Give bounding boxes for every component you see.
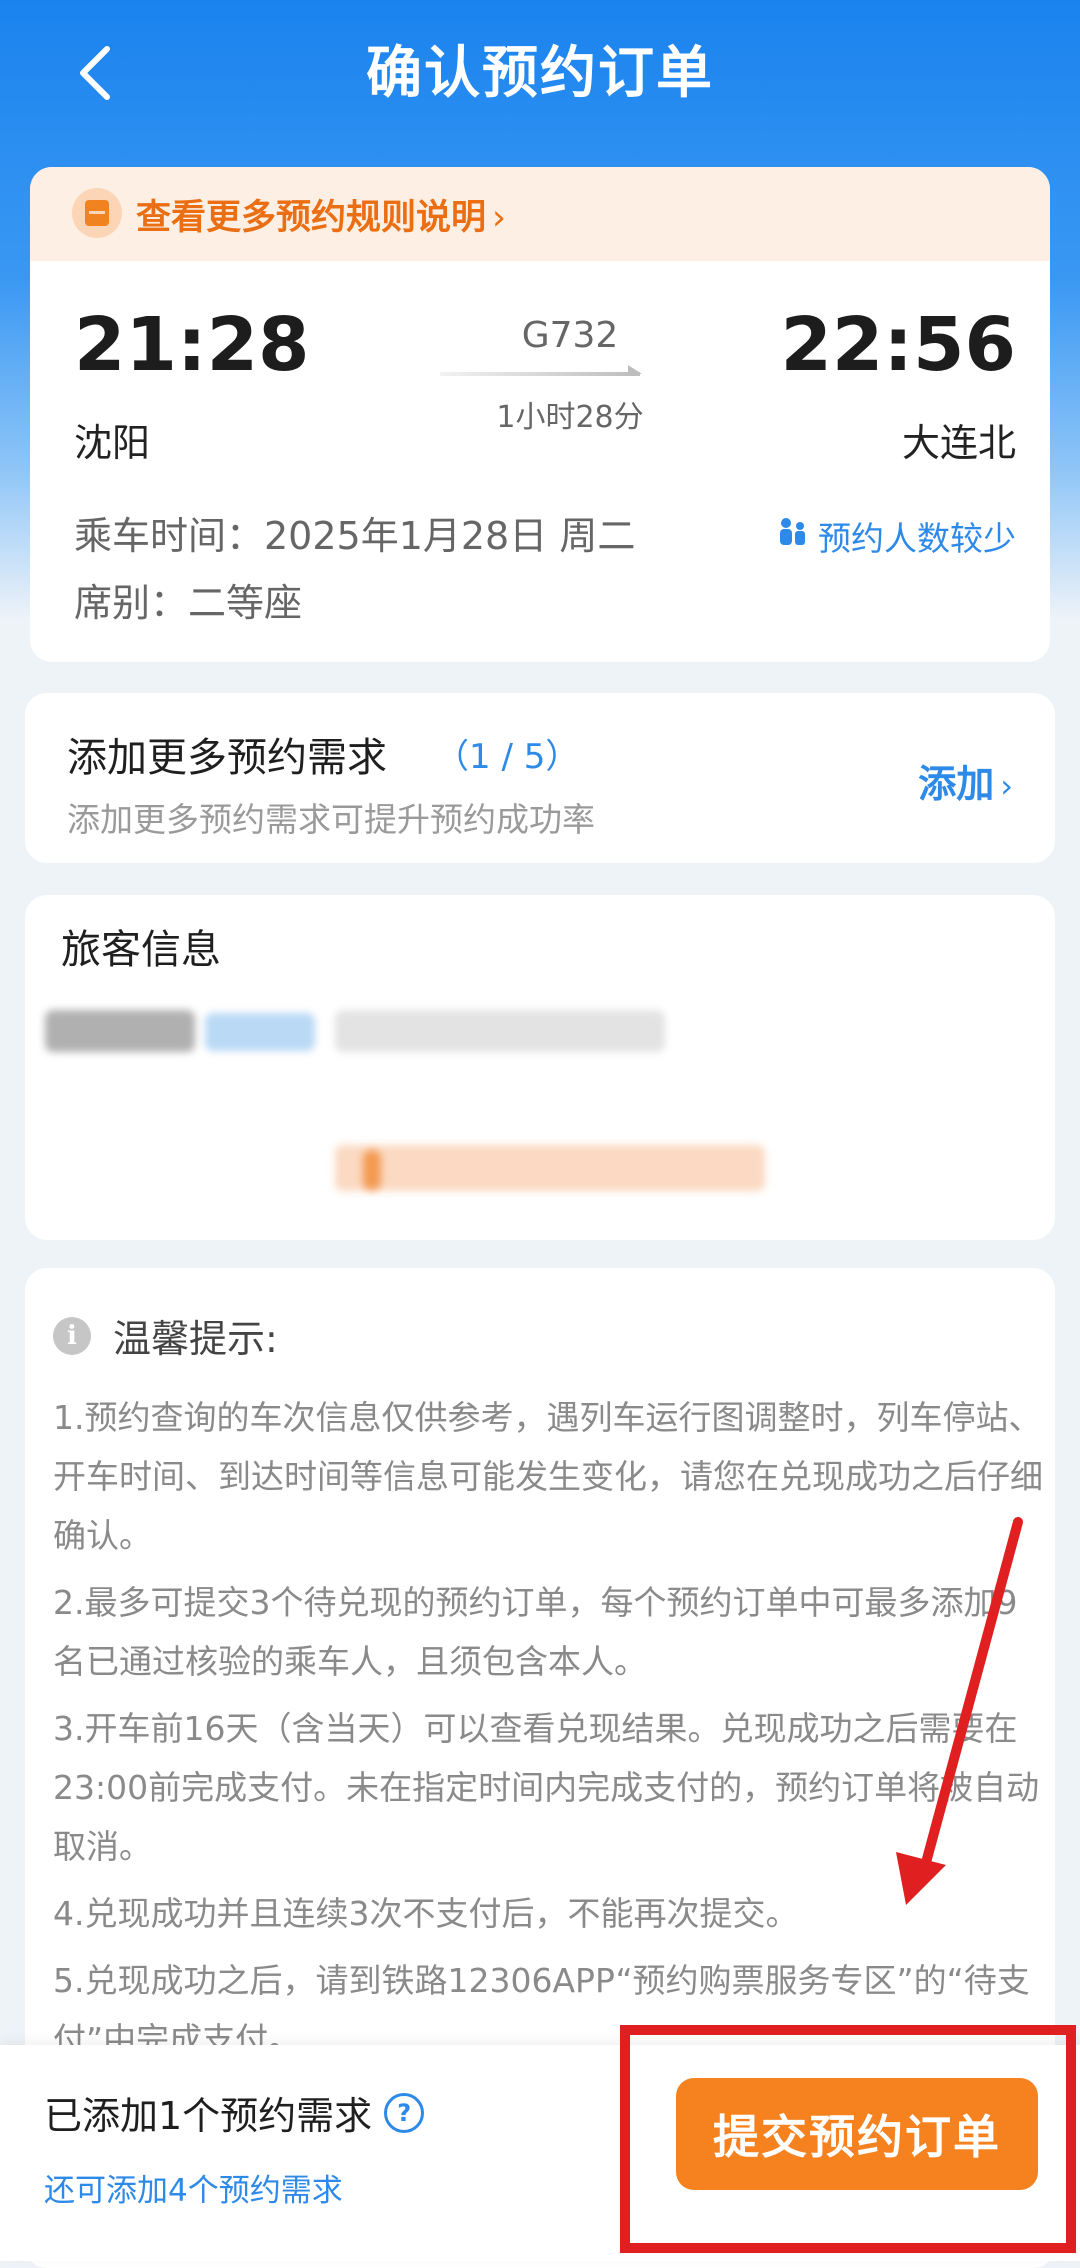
annotation-highlight-box xyxy=(620,2025,1076,2253)
tips-list: 1.预约查询的车次信息仅供参考，遇列车运行图调整时，列车停站、开车时间、到达时间… xyxy=(53,1388,1043,2077)
ride-date: 乘车时间：2025年1月28日 周二 xyxy=(74,514,636,558)
page-title: 确认预约订单 xyxy=(366,41,714,106)
trip-card: 查看更多预约规则说明 › 21:28 沈阳 G732 1小时28分 22:56 大… xyxy=(30,167,1050,662)
info-icon: i xyxy=(53,1316,91,1355)
add-demand-button[interactable]: 添加 › xyxy=(918,753,1013,808)
train-number: G732 xyxy=(521,315,619,356)
seat-class: 席别：二等座 xyxy=(74,581,303,625)
tips-title: 温馨提示: xyxy=(113,1317,278,1361)
people-icon xyxy=(776,515,810,557)
add-demand-title: 添加更多预约需求 xyxy=(67,735,387,781)
rules-banner[interactable]: 查看更多预约规则说明 › xyxy=(30,167,1050,261)
chevron-right-icon: › xyxy=(492,198,507,238)
arrive-station: 大连北 xyxy=(901,421,1016,465)
passenger-card: 旅客信息 xyxy=(25,895,1055,1240)
add-demand-card: 添加更多预约需求 （1 / 5） 添加更多预约需求可提升预约成功率 添加 › xyxy=(25,693,1055,863)
add-demand-subtitle: 添加更多预约需求可提升预约成功率 xyxy=(67,800,595,839)
remaining-demand-link[interactable]: 还可添加4个预约需求 xyxy=(44,2165,343,2210)
add-demand-count: （1 / 5） xyxy=(435,737,580,777)
rules-link[interactable]: 查看更多预约规则说明 › xyxy=(136,189,506,240)
rules-link-label: 查看更多预约规则说明 xyxy=(136,198,487,238)
arrive-time: 22:56 xyxy=(780,302,1016,388)
depart-station: 沈阳 xyxy=(74,421,151,465)
tip-item: 2.最多可提交3个待兑现的预约订单，每个预约订单中可最多添加9名已通过核验的乘车… xyxy=(53,1583,1018,1681)
rules-book-icon xyxy=(72,188,122,238)
route-arrow xyxy=(440,365,642,376)
tip-item: 4.兑现成功并且连续3次不支付后，不能再次提交。 xyxy=(53,1894,799,1933)
added-demand-summary: 已添加1个预约需求 ? xyxy=(44,2085,425,2140)
demand-indicator-label: 预约人数较少 xyxy=(818,519,1016,558)
passenger-title: 旅客信息 xyxy=(61,927,221,973)
tips-header: i 温馨提示: xyxy=(53,1308,278,1363)
trip-duration: 1小时28分 xyxy=(496,400,644,435)
tip-item: 3.开车前16天（含当天）可以查看兑现结果。兑现成功之后需要在23:00前完成支… xyxy=(53,1709,1040,1866)
add-demand-button-label: 添加 xyxy=(918,762,995,806)
chevron-right-icon: › xyxy=(1000,767,1013,805)
tip-item: 1.预约查询的车次信息仅供参考，遇列车运行图调整时，列车停站、开车时间、到达时间… xyxy=(53,1398,1043,1555)
demand-indicator: 预约人数较少 xyxy=(776,512,1016,560)
added-demand-label: 已添加1个预约需求 xyxy=(44,2094,373,2138)
depart-time: 21:28 xyxy=(74,302,310,388)
question-icon[interactable]: ? xyxy=(384,2092,425,2133)
app-header: 确认预约订单 xyxy=(0,0,1080,140)
